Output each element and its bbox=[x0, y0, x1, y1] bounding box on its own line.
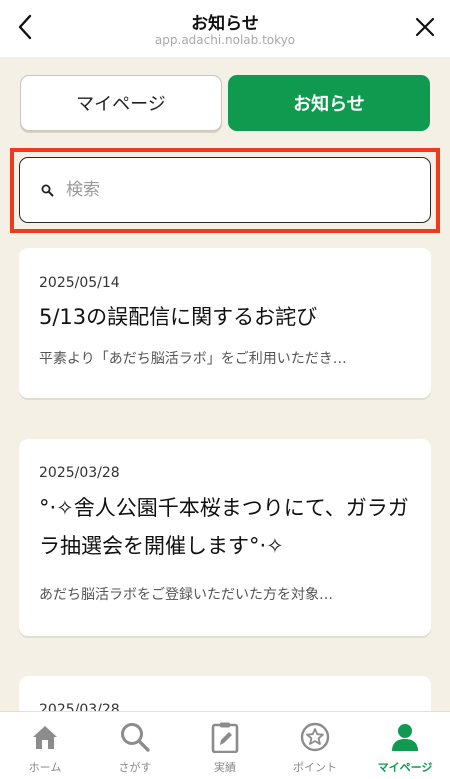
nav-mypage[interactable]: マイページ bbox=[360, 712, 450, 779]
nav-achievements[interactable]: 実績 bbox=[180, 712, 270, 779]
nav-label: さがす bbox=[118, 761, 152, 774]
bottom-nav: ホーム さがす 実績 ポイント マイページ bbox=[0, 711, 450, 779]
nav-label: ポイント bbox=[293, 761, 337, 774]
close-icon bbox=[414, 16, 436, 42]
clipboard-pencil-icon bbox=[208, 720, 242, 754]
top-bar: お知らせ app.adachi.nolab.tokyo bbox=[0, 0, 450, 57]
nav-search[interactable]: さがす bbox=[90, 712, 180, 779]
news-summary: あだち脳活ラボをご登録いただいた方を対象… bbox=[39, 587, 333, 603]
home-icon bbox=[28, 720, 62, 754]
news-date: 2025/05/14 bbox=[39, 275, 120, 291]
search-icon bbox=[40, 183, 54, 197]
search-icon bbox=[118, 720, 152, 754]
nav-home[interactable]: ホーム bbox=[0, 712, 90, 779]
news-title: 5/13の誤配信に関するお詫び bbox=[39, 305, 318, 329]
nav-label: ホーム bbox=[28, 761, 62, 774]
news-summary: 平素より「あだち脳活ラボ」をご利用いただき… bbox=[39, 351, 347, 367]
tab-news[interactable]: お知らせ bbox=[228, 75, 430, 131]
news-title: °‧✧舎人公園千本桜まつりにて、ガラガラ抽選会を開催します°‧✧ bbox=[39, 496, 409, 558]
page-title: お知らせ bbox=[191, 14, 259, 34]
tab-mypage[interactable]: マイページ bbox=[20, 75, 222, 131]
person-icon bbox=[388, 720, 422, 754]
page-url: app.adachi.nolab.tokyo bbox=[154, 33, 296, 47]
nav-label: 実績 bbox=[214, 761, 236, 774]
search-input[interactable] bbox=[64, 179, 388, 201]
news-card[interactable]: 2025/05/14 5/13の誤配信に関するお詫び 平素より「あだち脳活ラボ」… bbox=[19, 248, 431, 398]
news-card[interactable]: 2025/03/28 °‧✧舎人公園千本桜まつりにて、ガラガラ抽選会を開催します… bbox=[19, 439, 431, 636]
nav-points[interactable]: ポイント bbox=[270, 712, 360, 779]
news-date: 2025/03/28 bbox=[39, 465, 120, 481]
star-coin-icon bbox=[298, 720, 332, 754]
nav-label: マイページ bbox=[377, 761, 433, 774]
close-button[interactable] bbox=[408, 12, 442, 46]
search-box[interactable] bbox=[19, 157, 431, 223]
